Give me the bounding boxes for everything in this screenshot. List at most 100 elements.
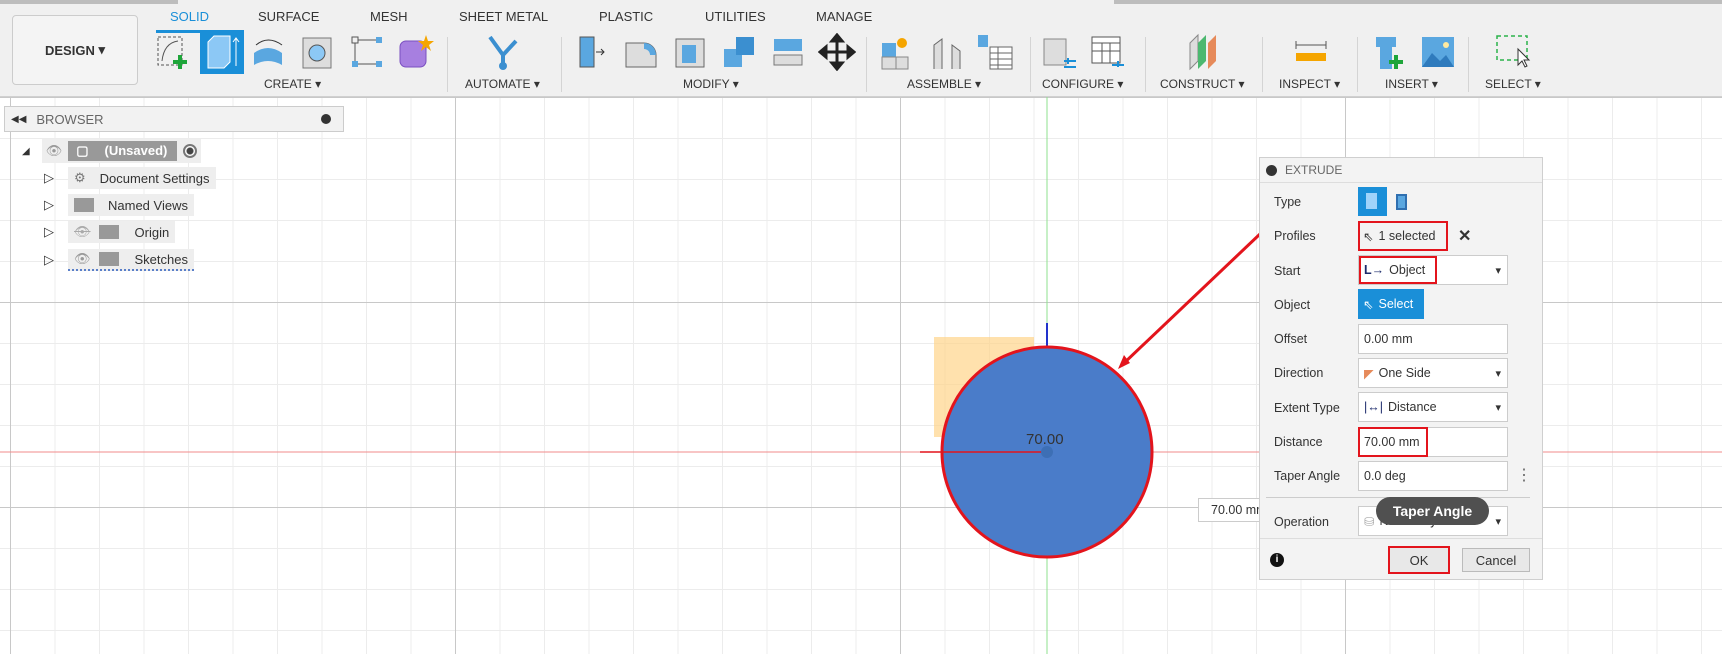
- assemble-menu[interactable]: ASSEMBLE ▾: [907, 77, 981, 91]
- direction-dropdown[interactable]: ◤ One Side: [1358, 358, 1508, 388]
- new-component-icon[interactable]: [878, 33, 916, 71]
- offset-input[interactable]: 0.00 mm: [1358, 324, 1508, 354]
- construct-label: CONSTRUCT: [1160, 77, 1236, 91]
- press-pull-icon[interactable]: [574, 33, 612, 71]
- tab-surface[interactable]: SURFACE: [258, 9, 319, 24]
- insert-mcmaster-bolt-icon[interactable]: [1372, 33, 1410, 71]
- info-icon[interactable]: i: [1270, 553, 1284, 567]
- construct-plane-icon[interactable]: [1184, 33, 1222, 71]
- tab-solid[interactable]: SOLID: [170, 9, 209, 24]
- configuration-table-icon[interactable]: [1088, 33, 1126, 71]
- clear-selection-icon[interactable]: ✕: [1458, 226, 1471, 246]
- object-label: Object: [1274, 298, 1311, 312]
- cursor-icon: ⇖: [1363, 229, 1374, 244]
- annotation-arrow: [1120, 232, 1262, 367]
- assemble-label: ASSEMBLE: [907, 77, 972, 91]
- offset-face-icon[interactable]: [770, 33, 808, 71]
- hole-icon[interactable]: [298, 33, 336, 71]
- insert-label: INSERT: [1385, 77, 1429, 91]
- insert-menu[interactable]: INSERT ▾: [1385, 77, 1438, 91]
- construct-menu[interactable]: CONSTRUCT ▾: [1160, 77, 1244, 91]
- select-label: SELECT: [1485, 77, 1532, 91]
- browser-root-item[interactable]: ◢ 👁 ▢ (Unsaved): [22, 139, 202, 163]
- item-label: Document Settings: [99, 170, 210, 186]
- move-icon[interactable]: [818, 33, 856, 71]
- workspace-label: DESIGN: [45, 42, 95, 58]
- collapse-icon[interactable]: [1266, 164, 1277, 176]
- taper-angle-input[interactable]: 0.0 deg: [1358, 461, 1508, 491]
- expand-triangle-icon[interactable]: ◢: [22, 146, 30, 157]
- configure-icon[interactable]: [1040, 33, 1078, 71]
- divider: [1468, 37, 1469, 92]
- ok-button[interactable]: OK: [1388, 546, 1450, 574]
- folder-icon: [74, 198, 94, 212]
- inspect-menu[interactable]: INSPECT ▾: [1279, 77, 1340, 91]
- modify-label: MODIFY: [683, 77, 730, 91]
- shell-icon[interactable]: [672, 33, 710, 71]
- bom-icon[interactable]: [976, 33, 1014, 71]
- type-thin-button[interactable]: [1396, 194, 1407, 210]
- extent-type-label: Extent Type: [1274, 401, 1340, 415]
- browser-item-sketches[interactable]: ▷ 👁 Sketches: [44, 249, 194, 271]
- pattern-icon[interactable]: [348, 33, 386, 71]
- automate-menu[interactable]: AUTOMATE ▾: [465, 77, 540, 91]
- object-select-button[interactable]: ⇖ Select: [1358, 289, 1424, 319]
- tab-mesh[interactable]: MESH: [370, 9, 408, 24]
- expand-triangle-icon[interactable]: ▷: [44, 224, 54, 240]
- automate-icon[interactable]: [484, 33, 522, 71]
- eye-icon[interactable]: 👁: [74, 251, 91, 267]
- type-solid-button[interactable]: [1358, 187, 1387, 216]
- browser-item-origin[interactable]: ▷ 👁 Origin: [44, 221, 176, 243]
- eye-hidden-icon[interactable]: 👁: [74, 224, 91, 240]
- tab-manage[interactable]: MANAGE: [816, 9, 872, 24]
- folder-icon: [98, 252, 119, 266]
- tab-sheet-metal[interactable]: SHEET METAL: [459, 9, 548, 24]
- create-menu[interactable]: CREATE ▾: [264, 77, 321, 91]
- dimension-label: 70.00: [1026, 431, 1064, 448]
- expand-triangle-icon[interactable]: ▷: [44, 170, 54, 186]
- expand-triangle-icon[interactable]: ▷: [44, 252, 54, 268]
- create-sketch-icon[interactable]: [154, 33, 192, 71]
- select-window-icon[interactable]: [1494, 33, 1532, 71]
- scrollbar[interactable]: [0, 0, 178, 4]
- distance-input[interactable]: 70.00 mm: [1358, 427, 1508, 457]
- activate-radio-icon[interactable]: [183, 144, 198, 158]
- eye-icon[interactable]: 👁: [46, 143, 63, 159]
- extent-type-dropdown[interactable]: |↔| Distance: [1358, 392, 1508, 422]
- root-name: (Unsaved): [104, 143, 168, 158]
- configure-menu[interactable]: CONFIGURE ▾: [1042, 77, 1123, 91]
- start-label: Start: [1274, 264, 1301, 278]
- browser-item-named-views[interactable]: ▷ Named Views: [44, 194, 194, 216]
- cancel-button[interactable]: Cancel: [1462, 548, 1530, 572]
- profiles-selection[interactable]: ⇖ 1 selected: [1358, 221, 1448, 251]
- scrollbar[interactable]: [1114, 0, 1722, 4]
- fillet-icon[interactable]: [622, 33, 660, 71]
- profiles-label: Profiles: [1274, 229, 1316, 243]
- minimize-icon[interactable]: [321, 114, 331, 124]
- revolve-icon[interactable]: [250, 33, 288, 71]
- extrude-icon[interactable]: [200, 32, 244, 74]
- start-dropdown[interactable]: L→ Object: [1358, 255, 1508, 285]
- collapse-browser-icon[interactable]: ◀◀: [11, 114, 26, 125]
- tab-utilities[interactable]: UTILITIES: [705, 9, 766, 24]
- combine-icon[interactable]: [720, 33, 758, 71]
- tab-plastic[interactable]: PLASTIC: [599, 9, 653, 24]
- design-workspace-button[interactable]: DESIGN ▾: [12, 15, 138, 85]
- measure-icon[interactable]: [1292, 33, 1330, 71]
- create-form-icon[interactable]: [396, 33, 434, 71]
- joint-icon[interactable]: [928, 33, 966, 71]
- direction-value: One Side: [1378, 366, 1431, 380]
- browser-panel-header: ◀◀ BROWSER: [4, 106, 344, 132]
- solid-extrude-icon: [1366, 193, 1377, 209]
- insert-canvas-icon[interactable]: [1420, 33, 1458, 71]
- browser-item-document-settings[interactable]: ▷ ⚙ Document Settings: [44, 167, 216, 189]
- more-options-icon[interactable]: ⋮: [1516, 465, 1532, 485]
- distance-dimension-input[interactable]: 70.00 mm: [1198, 498, 1262, 522]
- select-menu[interactable]: SELECT ▾: [1485, 77, 1541, 91]
- divider: [561, 37, 562, 92]
- modify-menu[interactable]: MODIFY ▾: [683, 77, 739, 91]
- item-label: Origin: [134, 224, 170, 240]
- divider: [1030, 37, 1031, 92]
- distance-icon: |↔|: [1364, 400, 1383, 414]
- expand-triangle-icon[interactable]: ▷: [44, 197, 54, 213]
